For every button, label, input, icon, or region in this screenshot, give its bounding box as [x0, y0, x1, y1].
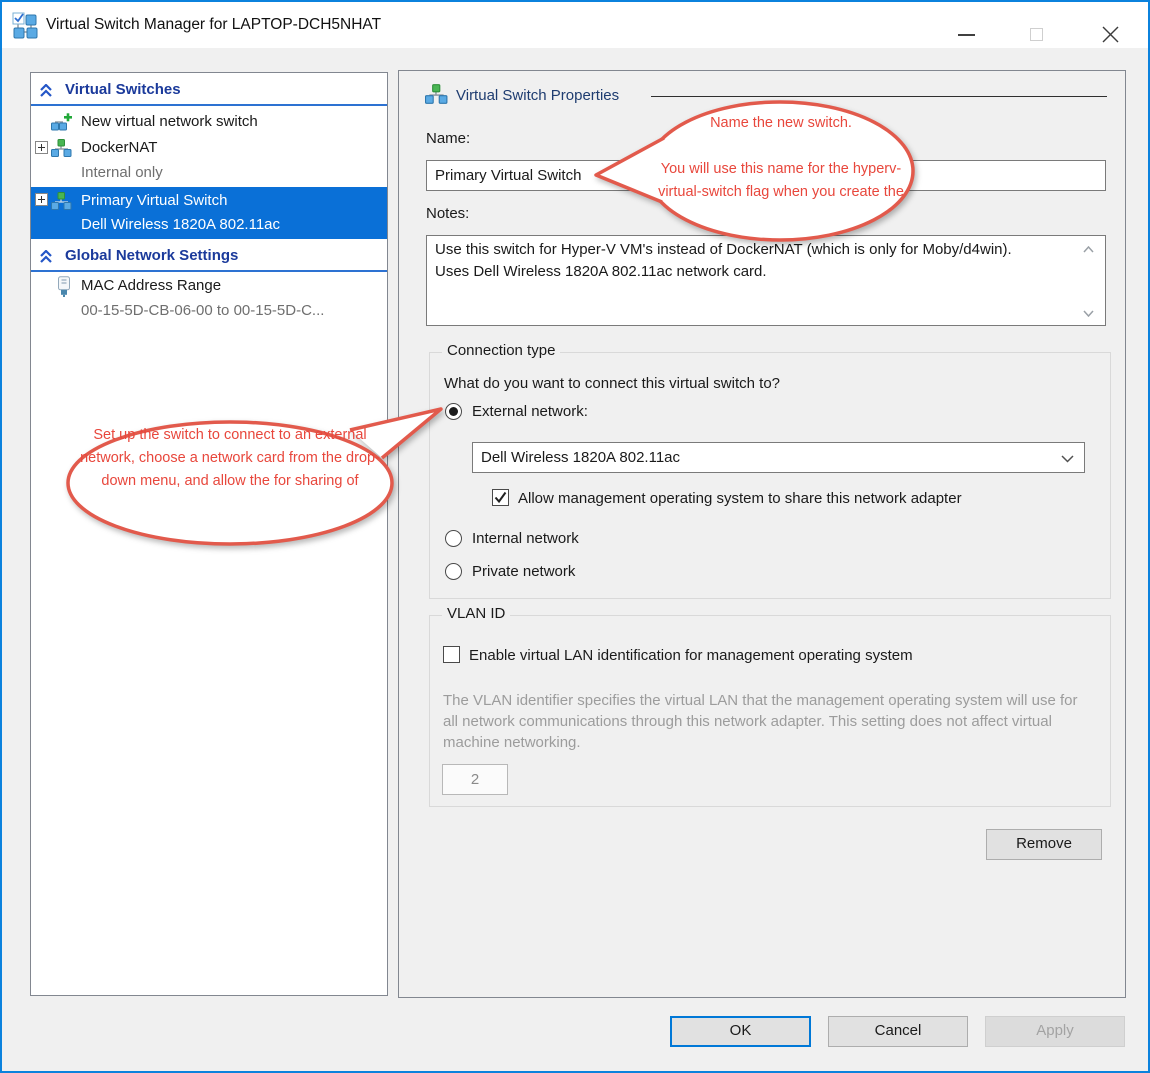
- internal-network-label: Internal network: [472, 528, 579, 550]
- network-adapter-dropdown[interactable]: Dell Wireless 1820A 802.11ac: [472, 442, 1085, 473]
- expand-icon[interactable]: [35, 193, 48, 206]
- virtual-switch-icon: [51, 192, 72, 210]
- name-input[interactable]: [426, 160, 1106, 191]
- sidebar-item-mac-address-range[interactable]: MAC Address Range: [31, 273, 387, 299]
- notes-textarea[interactable]: Use this switch for Hyper-V VM's instead…: [426, 235, 1106, 326]
- window-title: Virtual Switch Manager for LAPTOP-DCH5NH…: [46, 2, 381, 48]
- minimize-icon[interactable]: [958, 34, 975, 36]
- network-adapter-value: Dell Wireless 1820A 802.11ac: [473, 443, 1084, 472]
- connection-type-legend: Connection type: [442, 342, 560, 359]
- virtual-switch-manager-window: Virtual Switch Manager for LAPTOP-DCH5NH…: [0, 0, 1150, 1073]
- sidebar-item-dockernat[interactable]: DockerNAT: [31, 135, 387, 161]
- share-adapter-checkbox[interactable]: [492, 489, 509, 506]
- sidebar-item-new-switch[interactable]: New virtual network switch: [31, 109, 387, 135]
- remove-button[interactable]: Remove: [986, 829, 1102, 860]
- maximize-icon: [1030, 28, 1043, 41]
- switches-tree: Virtual Switches New virtual network swi…: [30, 72, 388, 996]
- virtual-switch-icon: [51, 139, 72, 157]
- vlan-id-input: [442, 764, 508, 795]
- internal-network-radio[interactable]: [445, 530, 462, 547]
- external-network-label: External network:: [472, 401, 588, 423]
- section-divider: [31, 104, 387, 106]
- virtual-switch-icon: [425, 84, 448, 104]
- private-network-label: Private network: [472, 561, 575, 583]
- scroll-down-icon[interactable]: [1083, 310, 1094, 317]
- sidebar-item-sub: Dell Wireless 1820A 802.11ac: [81, 213, 280, 237]
- close-icon[interactable]: [1102, 26, 1119, 43]
- ok-button[interactable]: OK: [670, 1016, 811, 1047]
- sidebar-item-sub: Internal only: [81, 161, 163, 185]
- collapse-icon[interactable]: [39, 84, 53, 97]
- mac-icon: [57, 276, 71, 297]
- title-bar: Virtual Switch Manager for LAPTOP-DCH5NH…: [2, 2, 1148, 48]
- sidebar-item-label: New virtual network switch: [81, 109, 258, 135]
- app-icon: [12, 12, 40, 40]
- share-adapter-label: Allow management operating system to sha…: [518, 488, 962, 510]
- header-rule: [651, 96, 1107, 97]
- section-divider: [31, 270, 387, 272]
- section-header-global-network-settings: Global Network Settings: [65, 243, 238, 269]
- sidebar-item-label: DockerNAT: [81, 135, 157, 161]
- sidebar-item-label: Primary Virtual Switch: [81, 188, 227, 214]
- sidebar-item-sub: 00-15-5D-CB-06-00 to 00-15-5D-C...: [81, 299, 324, 323]
- scroll-up-icon[interactable]: [1083, 246, 1094, 253]
- vlan-id-legend: VLAN ID: [442, 605, 510, 622]
- notes-label: Notes:: [426, 203, 469, 225]
- dropdown-icon: [1061, 455, 1074, 463]
- apply-button: Apply: [985, 1016, 1125, 1047]
- cancel-button[interactable]: Cancel: [828, 1016, 968, 1047]
- properties-panel: Virtual Switch Properties Name: Notes: U…: [398, 70, 1126, 998]
- vlan-id-group: VLAN ID Enable virtual LAN identificatio…: [429, 615, 1111, 807]
- external-network-radio[interactable]: [445, 403, 462, 420]
- vlan-description: The VLAN identifier specifies the virtua…: [443, 690, 1080, 753]
- collapse-icon[interactable]: [39, 250, 53, 263]
- connection-type-group: Connection type What do you want to conn…: [429, 352, 1111, 599]
- enable-vlan-checkbox[interactable]: [443, 646, 460, 663]
- checkmark-icon: [493, 490, 508, 505]
- sidebar-item-label: MAC Address Range: [81, 273, 221, 299]
- name-label: Name:: [426, 128, 470, 150]
- new-switch-icon: [51, 113, 72, 131]
- sidebar-item-primary-virtual-switch[interactable]: Primary Virtual Switch Dell Wireless 182…: [31, 187, 387, 239]
- section-header-virtual-switches: Virtual Switches: [65, 77, 181, 103]
- panel-title: Virtual Switch Properties: [456, 84, 619, 108]
- enable-vlan-label: Enable virtual LAN identification for ma…: [469, 645, 913, 667]
- notes-value: Use this switch for Hyper-V VM's instead…: [435, 239, 1013, 283]
- connection-question: What do you want to connect this virtual…: [444, 373, 780, 395]
- private-network-radio[interactable]: [445, 563, 462, 580]
- expand-icon[interactable]: [35, 141, 48, 154]
